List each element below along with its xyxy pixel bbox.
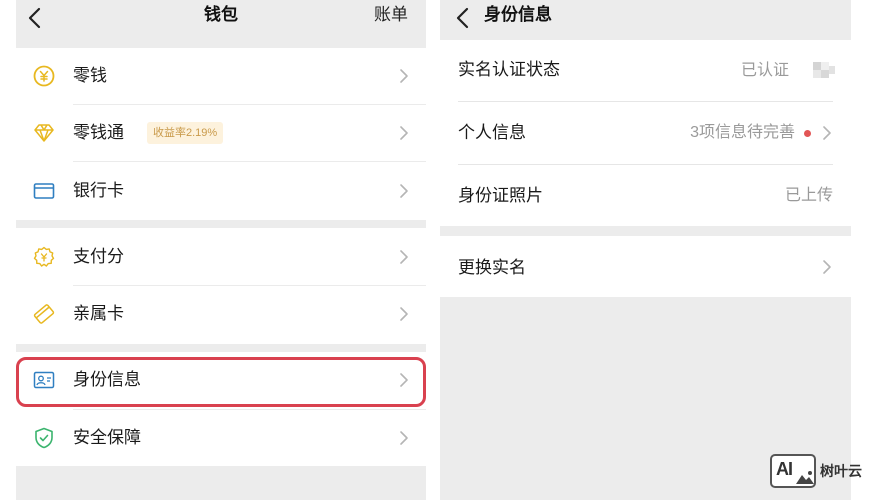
identity-highlight-frame — [16, 357, 426, 407]
blurred-name — [813, 62, 835, 80]
wallet-item-lingqiantong[interactable]: 零钱通 收益率2.19% — [16, 105, 426, 162]
wallet-item-security[interactable]: 安全保障 — [16, 410, 426, 466]
yield-badge: 收益率2.19% — [147, 122, 224, 144]
diamond-icon — [32, 121, 56, 145]
watermark-logo: AI — [770, 454, 816, 488]
mountain-icon — [796, 471, 814, 484]
wallet-group-funds: 零钱 零钱通 收益率2.19% 银行卡 — [16, 48, 426, 220]
identity-navbar: 身份信息 — [440, 0, 851, 38]
identity-group-change: 更换实名 — [440, 236, 851, 297]
identity-group-info: 实名认证状态 已认证 个人信息 3项信息待完善 身份证照片 已上传 — [440, 40, 851, 226]
bank-card-icon — [32, 179, 56, 203]
identity-screen: 身份信息 实名认证状态 已认证 个人信息 3项信息待完善 身份证照片 已上传 更… — [440, 0, 851, 500]
chevron-right-icon — [821, 124, 833, 142]
watermark-text: 树叶云 — [820, 463, 862, 479]
verification-status: 已认证 — [741, 62, 789, 79]
wallet-item-label: 零钱 — [73, 66, 107, 85]
wallet-item-bank-card[interactable]: 银行卡 — [16, 162, 426, 220]
chevron-right-icon — [398, 248, 410, 266]
wallet-item-change[interactable]: 零钱 — [16, 48, 426, 105]
chevron-right-icon — [398, 124, 410, 142]
bill-button[interactable]: 账单 — [374, 3, 408, 27]
identity-row-change-name[interactable]: 更换实名 — [440, 236, 851, 297]
wallet-item-label: 零钱通 — [73, 123, 124, 142]
identity-row-label: 身份证照片 — [458, 186, 543, 205]
chevron-right-icon — [398, 305, 410, 323]
shield-icon — [32, 426, 56, 450]
wallet-item-family-card[interactable]: 亲属卡 — [16, 286, 426, 344]
wallet-screen: 钱包 账单 零钱 零钱通 收益率2.19% 银行卡 支付分 亲属卡 身份信息 安… — [16, 0, 426, 500]
identity-row-id-photo: 身份证照片 已上传 — [440, 165, 851, 226]
watermark: AI 树叶云 — [768, 452, 872, 490]
wallet-item-label: 亲属卡 — [73, 304, 124, 323]
identity-row-label: 个人信息 — [458, 123, 526, 142]
notification-dot — [804, 130, 811, 137]
wallet-item-label: 安全保障 — [73, 428, 141, 447]
back-arrow-icon[interactable] — [452, 5, 474, 31]
chevron-right-icon — [821, 258, 833, 276]
family-card-icon — [32, 302, 56, 326]
identity-row-label: 更换实名 — [458, 258, 526, 277]
id-photo-status: 已上传 — [784, 187, 833, 204]
wallet-group-services: 支付分 亲属卡 — [16, 228, 426, 344]
watermark-logo-text: AI — [776, 459, 793, 479]
wallet-item-pay-score[interactable]: 支付分 — [16, 228, 426, 285]
chevron-right-icon — [398, 182, 410, 200]
wallet-item-label: 支付分 — [73, 247, 124, 266]
chevron-right-icon — [398, 429, 410, 447]
wallet-title: 钱包 — [204, 5, 238, 24]
coin-icon — [32, 64, 56, 88]
pay-score-icon — [32, 245, 56, 269]
chevron-right-icon — [398, 67, 410, 85]
identity-row-personal-info[interactable]: 个人信息 3项信息待完善 — [440, 102, 851, 164]
wallet-navbar: 钱包 账单 — [16, 0, 426, 38]
personal-info-status: 3项信息待完善 — [690, 124, 795, 141]
identity-row-verification: 实名认证状态 已认证 — [440, 40, 851, 101]
identity-row-label: 实名认证状态 — [458, 60, 560, 79]
wallet-item-label: 银行卡 — [73, 181, 124, 200]
identity-title: 身份信息 — [484, 5, 552, 24]
